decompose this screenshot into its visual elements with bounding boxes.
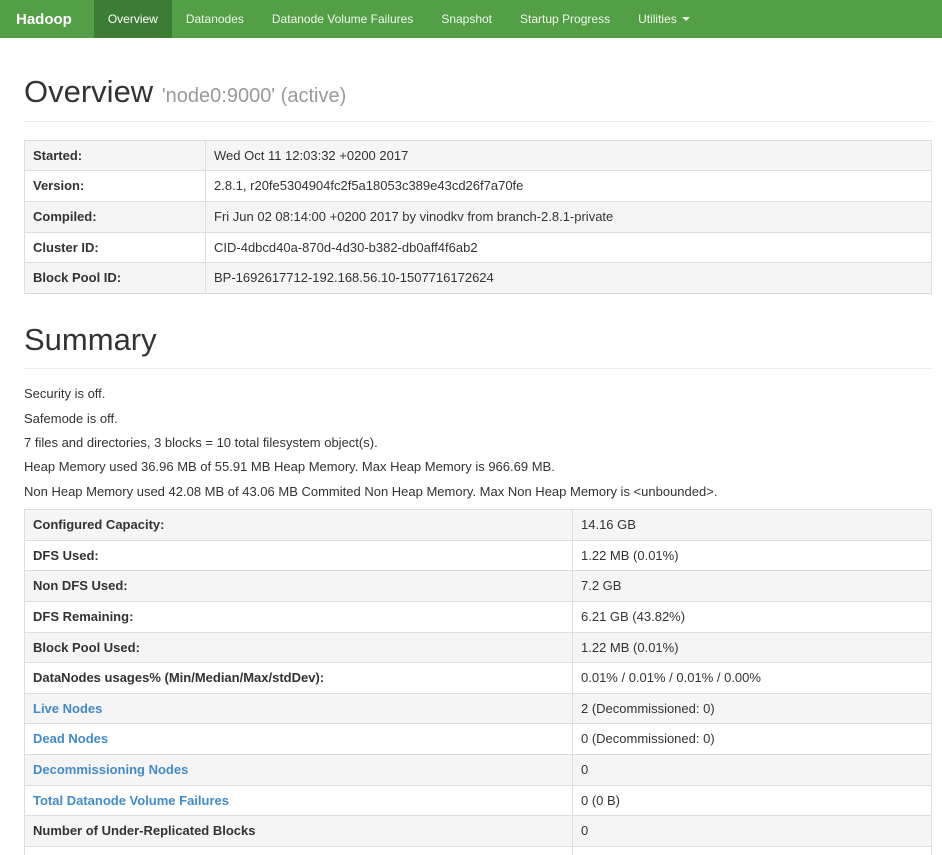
- table-row: Cluster ID: CID-4dbcd40a-870d-4d30-b382-…: [24, 231, 932, 264]
- dead-nodes-link[interactable]: Dead Nodes: [33, 731, 108, 746]
- hadoop-brand[interactable]: Hadoop: [0, 0, 94, 38]
- table-row: Total Datanode Volume Failures 0 (0 B): [24, 784, 932, 817]
- row-label: Number of Blocks Pending Deletion: [24, 846, 573, 855]
- row-value: Fri Jun 02 08:14:00 +0200 2017 by vinodk…: [205, 200, 932, 233]
- row-value: 14.16 GB: [572, 508, 932, 541]
- table-row: Started: Wed Oct 11 12:03:32 +0200 2017: [24, 139, 932, 172]
- table-row: Live Nodes 2 (Decommissioned: 0): [24, 692, 932, 725]
- page-title-text: Overview: [24, 74, 154, 109]
- summary-table-body: Configured Capacity: 14.16 GB DFS Used: …: [24, 508, 932, 855]
- row-label: DataNodes usages% (Min/Median/Max/stdDev…: [24, 662, 573, 694]
- cluster-info-table-body: Started: Wed Oct 11 12:03:32 +0200 2017 …: [24, 139, 932, 294]
- row-label: Started:: [24, 139, 206, 172]
- table-row: Version: 2.8.1, r20fe5304904fc2f5a18053c…: [24, 170, 932, 202]
- table-row: Non DFS Used: 7.2 GB: [24, 570, 932, 602]
- row-label: Non DFS Used:: [24, 570, 573, 602]
- filesystem-objects-text: 7 files and directories, 3 blocks = 10 t…: [24, 435, 378, 451]
- heap-memory-text: Heap Memory used 36.96 MB of 55.91 MB He…: [24, 459, 555, 475]
- row-value: 0: [572, 846, 932, 855]
- table-row: Number of Under-Replicated Blocks 0: [24, 815, 932, 848]
- row-label: Total Datanode Volume Failures: [24, 784, 573, 817]
- nav-utilities-label: Utilities: [638, 12, 677, 26]
- table-row: Block Pool ID: BP-1692617712-192.168.56.…: [24, 262, 932, 294]
- row-label: Live Nodes: [24, 692, 573, 725]
- row-value: CID-4dbcd40a-870d-4d30-b382-db0aff4f6ab2: [205, 231, 932, 264]
- summary-header: Summary: [24, 322, 932, 370]
- table-row: DFS Used: 1.22 MB (0.01%): [24, 539, 932, 572]
- row-value: 2 (Decommissioned: 0): [572, 692, 932, 725]
- row-value: 1.22 MB (0.01%): [572, 631, 932, 664]
- main-content: Overview 'node0:9000' (active) Started: …: [0, 38, 942, 855]
- row-label: Cluster ID:: [24, 231, 206, 264]
- summary-title: Summary: [24, 321, 157, 357]
- overview-header: Overview 'node0:9000' (active): [24, 74, 932, 122]
- nav-snapshot[interactable]: Snapshot: [427, 0, 506, 38]
- cluster-info-table: Started: Wed Oct 11 12:03:32 +0200 2017 …: [24, 139, 932, 294]
- nav-datanodes[interactable]: Datanodes: [172, 0, 258, 38]
- safemode-status-text: Safemode is off.: [24, 410, 118, 426]
- decommissioning-nodes-link[interactable]: Decommissioning Nodes: [33, 762, 188, 777]
- table-row: Decommissioning Nodes 0: [24, 754, 932, 786]
- table-row: DFS Remaining: 6.21 GB (43.82%): [24, 600, 932, 633]
- row-label: Compiled:: [24, 200, 206, 233]
- table-row: Number of Blocks Pending Deletion 0: [24, 846, 932, 855]
- row-value: 2.8.1, r20fe5304904fc2f5a18053c389e43cd2…: [205, 170, 932, 202]
- row-label: Decommissioning Nodes: [24, 754, 573, 786]
- row-value: 0.01% / 0.01% / 0.01% / 0.00%: [572, 662, 932, 694]
- non-heap-memory-text: Non Heap Memory used 42.08 MB of 43.06 M…: [24, 483, 718, 499]
- chevron-down-icon: [681, 17, 690, 21]
- page-subtitle: 'node0:9000' (active): [161, 85, 347, 107]
- row-label: Block Pool Used:: [24, 631, 573, 664]
- table-row: Block Pool Used: 1.22 MB (0.01%): [24, 631, 932, 664]
- table-row: Compiled: Fri Jun 02 08:14:00 +0200 2017…: [24, 200, 932, 233]
- row-value: 1.22 MB (0.01%): [572, 539, 932, 572]
- nav-overview[interactable]: Overview: [93, 0, 172, 38]
- table-row: Configured Capacity: 14.16 GB: [24, 508, 932, 541]
- table-row: DataNodes usages% (Min/Median/Max/stdDev…: [24, 662, 932, 694]
- row-value: 7.2 GB: [572, 570, 932, 602]
- nav-utilities[interactable]: Utilities: [624, 0, 704, 38]
- live-nodes-link[interactable]: Live Nodes: [33, 701, 102, 716]
- row-value: 0: [572, 754, 932, 786]
- summary-table: Configured Capacity: 14.16 GB DFS Used: …: [24, 508, 932, 855]
- top-navbar: Hadoop Overview Datanodes Datanode Volum…: [0, 0, 942, 38]
- row-value: BP-1692617712-192.168.56.10-150771617262…: [205, 262, 932, 294]
- row-label: Configured Capacity:: [24, 508, 573, 541]
- table-row: Dead Nodes 0 (Decommissioned: 0): [24, 723, 932, 756]
- page-title: Overview 'node0:9000' (active): [24, 74, 932, 110]
- row-label: Number of Under-Replicated Blocks: [24, 815, 573, 848]
- row-value: 6.21 GB (43.82%): [572, 600, 932, 633]
- security-status-text: Security is off.: [24, 386, 106, 402]
- summary-paragraphs: Security is off. Safemode is off. 7 file…: [24, 386, 932, 499]
- row-label: DFS Used:: [24, 539, 573, 572]
- row-value: 0: [572, 815, 932, 848]
- row-label: Block Pool ID:: [24, 262, 206, 294]
- nav-datanode-volume-failures[interactable]: Datanode Volume Failures: [258, 0, 427, 38]
- row-label: Version:: [24, 170, 206, 202]
- row-value: 0 (Decommissioned: 0): [572, 723, 932, 756]
- total-datanode-volume-failures-link[interactable]: Total Datanode Volume Failures: [33, 793, 229, 808]
- nav-startup-progress[interactable]: Startup Progress: [506, 0, 624, 38]
- row-label: DFS Remaining:: [24, 600, 573, 633]
- row-label: Dead Nodes: [24, 723, 573, 756]
- row-value: Wed Oct 11 12:03:32 +0200 2017: [205, 139, 932, 172]
- row-value: 0 (0 B): [572, 784, 932, 817]
